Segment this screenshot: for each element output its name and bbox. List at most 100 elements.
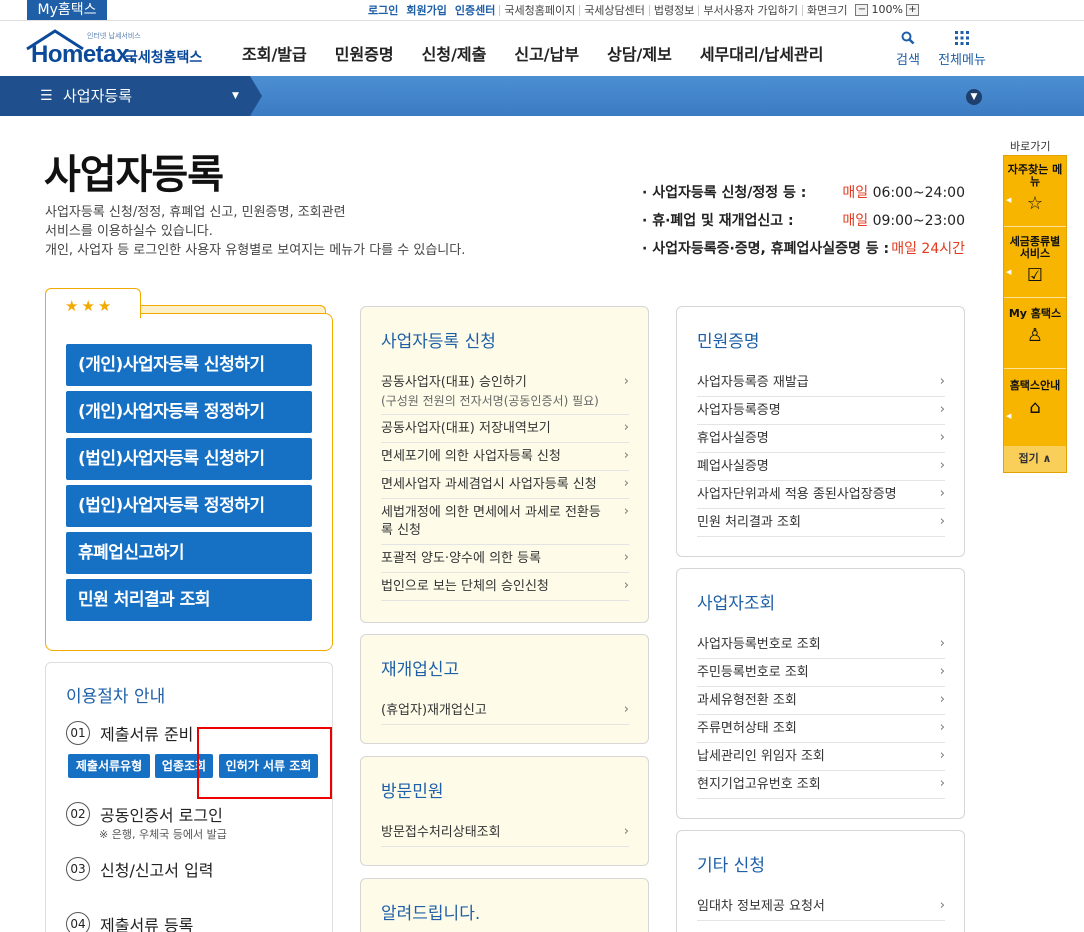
quick-box-top-edge: [140, 305, 326, 313]
list-item[interactable]: 임대차 정보제공 요청서 ›: [697, 893, 945, 921]
logo-korean-name: 국세청홈택스: [125, 50, 203, 66]
list-item[interactable]: 휴업사실증명 ›: [697, 425, 945, 453]
zoom-in-button[interactable]: +: [905, 4, 919, 16]
corporate-register-apply-button[interactable]: (법인)사업자등록 신청하기: [66, 438, 312, 480]
quickbar-tax-service[interactable]: ◀ 세금종류별 서비스 ☑: [1004, 236, 1066, 286]
chevron-right-icon: ›: [939, 720, 945, 735]
list-item-label: 방문접수처리상태조회: [381, 825, 501, 840]
nts-consult-link[interactable]: 국세상담센터: [579, 4, 649, 16]
list-item[interactable]: 주류면허상태 조회 ›: [697, 715, 945, 743]
star-icon: ☆: [1026, 193, 1044, 214]
procedure-step: 01 제출서류 준비: [66, 721, 193, 745]
all-menu-button[interactable]: 전체메뉴: [936, 31, 988, 68]
search-label: 검색: [896, 53, 920, 68]
hours-label: · 휴·폐업 및 재개업신고 :: [642, 213, 794, 229]
stars-icon: ★★★: [65, 297, 115, 315]
grid-icon: [936, 31, 988, 49]
chevron-right-icon: ›: [939, 692, 945, 707]
quickbar-hometax-guide[interactable]: ◀ 홈택스안내 ⌂: [1004, 380, 1066, 421]
quickbar-item-label: 세금종류별 서비스: [1009, 235, 1061, 260]
chevron-down-icon[interactable]: ▼: [966, 89, 982, 105]
main-nav: 조회/발급 민원증명 신청/제출 신고/납부 상담/제보 세무대리/납세관리: [242, 41, 851, 65]
panel-reopen: 재개업신고 (휴업자)재개업신고 ›: [360, 634, 649, 744]
list-item[interactable]: 공동사업자(대표) 승인하기 (구성원 전원의 전자서명(공동인증서) 필요) ›: [381, 369, 629, 415]
personal-register-apply-button[interactable]: (개인)사업자등록 신청하기: [66, 344, 312, 386]
panel-title: 기타 신청: [697, 856, 765, 876]
zoom-value: 100%: [871, 3, 903, 16]
list-item[interactable]: 현지기업고유번호 조회 ›: [697, 771, 945, 799]
list-item[interactable]: 면세포기에 의한 사업자등록 신청 ›: [381, 443, 629, 471]
list-item[interactable]: 민원 처리결과 조회 ›: [697, 509, 945, 537]
list-item[interactable]: 납세관리인 위임자 조회 ›: [697, 743, 945, 771]
list-item[interactable]: 세법개정에 의한 면세에서 과세로 전환등록 신청 ›: [381, 499, 629, 545]
divider: [1004, 297, 1066, 298]
list-item[interactable]: 공동사업자(대표) 저장내역보기 ›: [381, 415, 629, 443]
cert-center-link[interactable]: 인증센터: [451, 5, 499, 16]
panel-notice: 알려드립니다.: [360, 878, 649, 932]
procedure-step: 04 제출서류 등록: [66, 912, 193, 932]
panel-list: (휴업자)재개업신고 ›: [381, 697, 629, 725]
list-item[interactable]: 폐업사실증명 ›: [697, 453, 945, 481]
list-item-label: 세법개정에 의한 면세에서 과세로 전환등록 신청: [381, 505, 601, 538]
list-item[interactable]: 면세사업자 과세겸업시 사업자등록 신청 ›: [381, 471, 629, 499]
login-link[interactable]: 로그인: [364, 5, 402, 16]
nav-item-report-pay[interactable]: 신고/납부: [514, 41, 579, 65]
document-type-button[interactable]: 제출서류유형: [68, 754, 150, 778]
list-item-label: 사업자단위과세 적용 종된사업장증명: [697, 487, 897, 502]
chevron-right-icon: ›: [939, 486, 945, 501]
chevron-right-icon: ›: [939, 458, 945, 473]
nav-item-consult[interactable]: 상담/제보: [607, 41, 672, 65]
list-item[interactable]: 사업자등록증 재발급 ›: [697, 369, 945, 397]
quickbar-my-hometax[interactable]: My 홈택스 ♙: [1004, 308, 1066, 346]
step-number: 03: [66, 857, 90, 881]
dept-user-signup-link[interactable]: 부서사용자 가입하기: [698, 4, 802, 16]
quickbar-collapse-button[interactable]: 접기 ∧: [1004, 446, 1066, 472]
nts-home-link[interactable]: 국세청홈페이지: [499, 4, 579, 16]
list-item-label: 공동사업자(대표) 승인하기: [381, 375, 527, 390]
list-item-label: 주민등록번호로 조회: [697, 665, 809, 680]
site-header: 인터넷 납세서비스 Hometax. 국세청홈택스 조회/발급 민원증명 신청/…: [0, 20, 1084, 76]
personal-register-modify-button[interactable]: (개인)사업자등록 정정하기: [66, 391, 312, 433]
zoom-out-button[interactable]: −: [855, 4, 869, 16]
quickbar-item-label: 자주찾는 메뉴: [1007, 163, 1063, 188]
quickbar-favorite-menu[interactable]: ◀ 자주찾는 메뉴 ☆: [1004, 164, 1066, 214]
logo-wordmark: Hometax.: [31, 41, 136, 68]
search-button[interactable]: 검색: [893, 31, 923, 68]
nav-item-apply[interactable]: 신청/제출: [422, 41, 487, 65]
corporate-register-modify-button[interactable]: (법인)사업자등록 정정하기: [66, 485, 312, 527]
step-label: 공동인증서 로그인: [100, 806, 223, 825]
utility-links: 로그인 회원가입 인증센터 국세청홈페이지 국세상담센터 법령정보 부서사용자 …: [364, 0, 919, 20]
list-item[interactable]: 주민등록번호로 조회 ›: [697, 659, 945, 687]
closure-report-button[interactable]: 휴폐업신고하기: [66, 532, 312, 574]
description-line: 서비스를 이용하실수 있습니다.: [45, 224, 213, 239]
list-item[interactable]: 사업자단위과세 적용 종된사업장증명 ›: [697, 481, 945, 509]
civil-result-inquiry-button[interactable]: 민원 처리결과 조회: [66, 579, 312, 621]
nav-item-inquiry[interactable]: 조회/발급: [242, 41, 307, 65]
law-info-link[interactable]: 법령정보: [648, 4, 698, 16]
list-item[interactable]: 법인으로 보는 단체의 승인신청 ›: [381, 573, 629, 601]
chevron-right-icon: ›: [623, 578, 629, 593]
list-item[interactable]: 사업자등록증명 ›: [697, 397, 945, 425]
list-item[interactable]: 과세유형전환 조회 ›: [697, 687, 945, 715]
step-label: 신청/신고서 입력: [100, 861, 214, 880]
service-hours: · 사업자등록 신청/정정 등 : 매일 06:00~24:00 · 휴·폐업 …: [642, 184, 972, 268]
arrow-left-icon: ◀: [1006, 268, 1012, 276]
nav-item-certificate[interactable]: 민원증명: [335, 41, 394, 65]
list-item[interactable]: (휴업자)재개업신고 ›: [381, 697, 629, 725]
list-item[interactable]: 사업자등록번호로 조회 ›: [697, 631, 945, 659]
hours-time: 매일 09:00~23:00: [842, 212, 965, 230]
nav-item-tax-agent[interactable]: 세무대리/납세관리: [700, 41, 824, 65]
hours-row: · 휴·폐업 및 재개업신고 : 매일 09:00~23:00: [642, 212, 972, 240]
signup-link[interactable]: 회원가입: [402, 5, 450, 16]
hours-daily: 매일: [842, 185, 869, 201]
hometax-logo[interactable]: 인터넷 납세서비스 Hometax. 국세청홈택스: [25, 27, 215, 73]
chevron-right-icon: ›: [939, 402, 945, 417]
quickbar-item-label: My 홈택스: [1008, 307, 1062, 320]
user-icon: ♙: [1026, 325, 1044, 346]
list-item[interactable]: 포괄적 양도·양수에 의한 등록 ›: [381, 545, 629, 573]
list-item[interactable]: 방문접수처리상태조회 ›: [381, 819, 629, 847]
list-item-label: 납세관리인 위임자 조회: [697, 749, 825, 764]
my-hometax-tab[interactable]: My홈택스: [27, 0, 107, 20]
panel-title: 민원증명: [697, 332, 760, 352]
list-item-label: 사업자등록증명: [697, 403, 781, 418]
